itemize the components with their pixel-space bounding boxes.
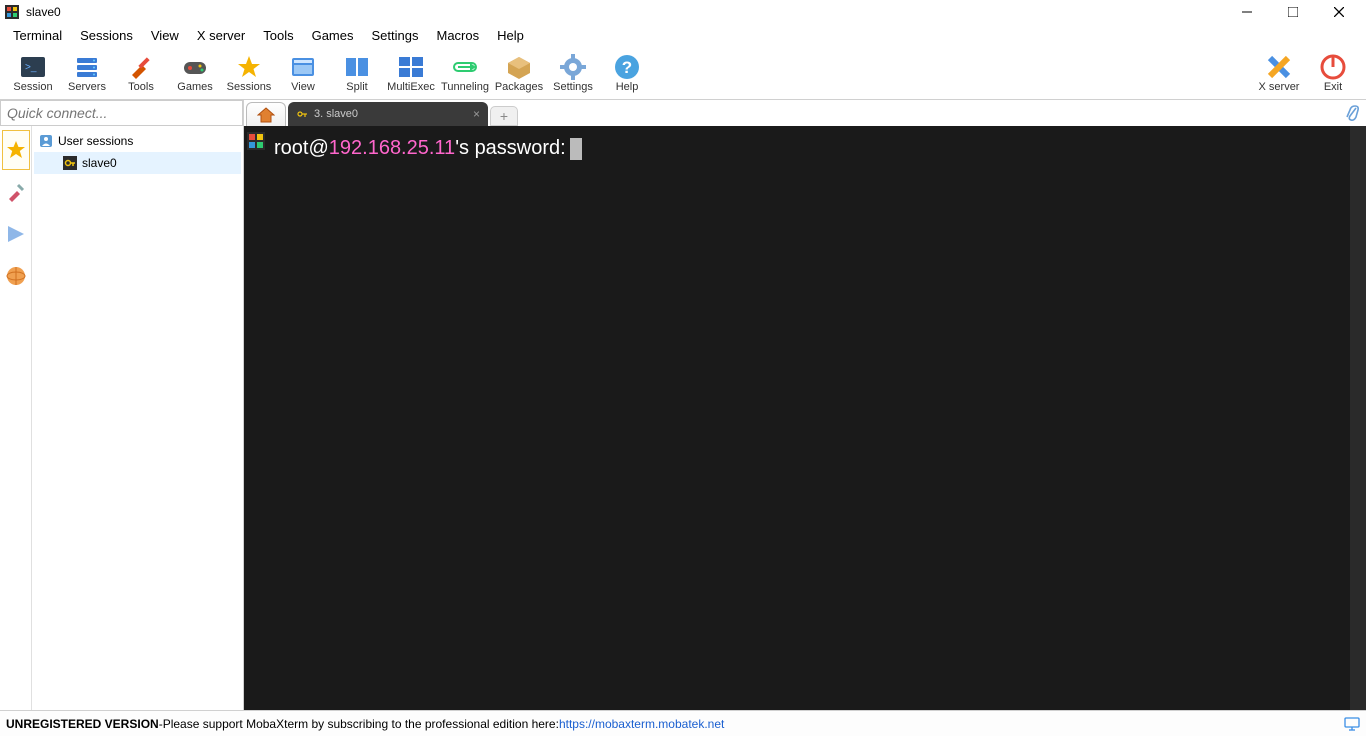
toolbar-sessions-star[interactable]: Sessions — [222, 49, 276, 99]
menu-view[interactable]: View — [142, 26, 188, 45]
sidebar-tab-tools[interactable] — [2, 172, 30, 212]
status-bar: UNREGISTERED VERSION - Please support Mo… — [0, 710, 1366, 736]
power-icon — [1319, 54, 1347, 80]
terminal-host: 192.168.25.11 — [329, 137, 455, 159]
window-title: slave0 — [26, 5, 61, 19]
tunneling-icon — [451, 54, 479, 80]
terminal-scrollbar[interactable] — [1350, 126, 1366, 710]
tools-icon — [127, 54, 155, 80]
terminal-rest: 's password: — [455, 137, 566, 159]
main-body: User sessions slave0 3. slave0 × + — [0, 100, 1366, 710]
tree-item-label: slave0 — [82, 156, 117, 170]
sidebar-tabs — [0, 126, 32, 710]
status-link[interactable]: https://mobaxterm.mobatek.net — [559, 717, 724, 731]
sidebar-tab-macros[interactable] — [2, 214, 30, 254]
toolbar-xserver[interactable]: X server — [1252, 49, 1306, 99]
svg-text:?: ? — [622, 58, 632, 77]
menu-tools[interactable]: Tools — [254, 26, 302, 45]
terminal-wrap: root@192.168.25.11's password: — [244, 126, 1366, 710]
terminal-user: root@ — [274, 137, 329, 159]
title-bar: slave0 — [0, 0, 1366, 24]
monitor-icon[interactable] — [1344, 717, 1360, 731]
sidebar-tab-sftp[interactable] — [2, 256, 30, 296]
toolbar-settings[interactable]: Settings — [546, 49, 600, 99]
status-msg: Please support MobaXterm by subscribing … — [163, 717, 559, 731]
tree-root-user-sessions[interactable]: User sessions — [34, 130, 241, 152]
minimize-button[interactable] — [1224, 0, 1270, 24]
tabs-row: 3. slave0 × + — [244, 100, 1366, 126]
xserver-icon — [1265, 54, 1293, 80]
terminal-gutter — [244, 126, 268, 710]
toolbar-help[interactable]: ?Help — [600, 49, 654, 99]
user-sessions-icon — [38, 133, 54, 149]
menu-macros[interactable]: Macros — [427, 26, 488, 45]
main-area: 3. slave0 × + root@192.168.25.11's passw… — [244, 100, 1366, 710]
toolbar-exit[interactable]: Exit — [1306, 49, 1360, 99]
home-icon — [257, 107, 275, 123]
menu-sessions[interactable]: Sessions — [71, 26, 142, 45]
menu-help[interactable]: Help — [488, 26, 533, 45]
help-icon: ? — [613, 54, 641, 80]
toolbar-session[interactable]: >_Session — [6, 49, 60, 99]
session-tab-label: 3. slave0 — [314, 108, 358, 120]
servers-icon — [73, 54, 101, 80]
view-icon — [289, 54, 317, 80]
toolbar-servers[interactable]: Servers — [60, 49, 114, 99]
key-icon — [296, 108, 308, 120]
sidebar-tab-favorites[interactable] — [2, 130, 30, 170]
sidebar: User sessions slave0 — [0, 100, 244, 710]
key-icon — [62, 155, 78, 171]
terminal-cursor — [570, 138, 582, 160]
tree-root-label: User sessions — [58, 134, 133, 148]
terminal-icon: >_ — [19, 54, 47, 80]
attachment-icon[interactable] — [1344, 104, 1360, 122]
maximize-button[interactable] — [1270, 0, 1316, 24]
new-tab-button[interactable]: + — [490, 106, 518, 126]
toolbar: >_Session Servers Tools Games Sessions V… — [0, 46, 1366, 100]
tree-item-slave0[interactable]: slave0 — [34, 152, 241, 174]
quick-connect-input[interactable] — [0, 100, 243, 126]
session-tree: User sessions slave0 — [32, 126, 243, 710]
games-icon — [181, 54, 209, 80]
menu-xserver[interactable]: X server — [188, 26, 254, 45]
toolbar-packages[interactable]: Packages — [492, 49, 546, 99]
menu-bar: Terminal Sessions View X server Tools Ga… — [0, 24, 1366, 46]
toolbar-games[interactable]: Games — [168, 49, 222, 99]
close-button[interactable] — [1316, 0, 1362, 24]
gear-icon — [559, 54, 587, 80]
split-icon — [343, 54, 371, 80]
terminal-prompt-icon — [247, 132, 265, 150]
tab-close-icon[interactable]: × — [473, 107, 480, 121]
multiexec-icon — [397, 54, 425, 80]
session-tab[interactable]: 3. slave0 × — [288, 102, 488, 126]
menu-terminal[interactable]: Terminal — [4, 26, 71, 45]
home-tab[interactable] — [246, 102, 286, 126]
toolbar-tunneling[interactable]: Tunneling — [438, 49, 492, 99]
toolbar-view[interactable]: View — [276, 49, 330, 99]
star-icon — [235, 54, 263, 80]
menu-games[interactable]: Games — [303, 26, 363, 45]
status-unregistered: UNREGISTERED VERSION — [6, 717, 159, 731]
toolbar-multiexec[interactable]: MultiExec — [384, 49, 438, 99]
app-icon — [4, 4, 20, 20]
terminal[interactable]: root@192.168.25.11's password: — [268, 126, 1350, 710]
toolbar-tools[interactable]: Tools — [114, 49, 168, 99]
plus-icon: + — [500, 108, 508, 124]
svg-text:>_: >_ — [25, 62, 37, 73]
toolbar-split[interactable]: Split — [330, 49, 384, 99]
packages-icon — [505, 54, 533, 80]
menu-settings[interactable]: Settings — [363, 26, 428, 45]
